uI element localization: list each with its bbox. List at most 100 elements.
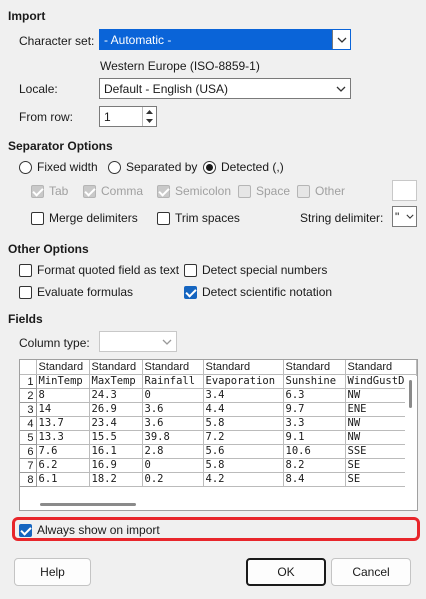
- detected-radio[interactable]: [203, 160, 216, 174]
- table-cell[interactable]: 4.2: [203, 472, 284, 487]
- table-cell[interactable]: 8.4: [283, 472, 346, 487]
- ok-button[interactable]: OK: [246, 558, 326, 586]
- table-cell[interactable]: 7.6: [36, 444, 90, 459]
- help-button[interactable]: Help: [14, 558, 91, 586]
- from-row-spinner[interactable]: 1: [99, 106, 157, 127]
- table-cell[interactable]: 39.8: [142, 430, 204, 445]
- comma-option[interactable]: Comma: [83, 184, 143, 198]
- spin-up-icon[interactable]: [143, 107, 156, 117]
- table-cell[interactable]: MinTemp: [36, 374, 90, 389]
- table-cell[interactable]: 16.9: [89, 458, 143, 473]
- table-cell[interactable]: 2.8: [142, 444, 204, 459]
- table-cell[interactable]: 3.3: [283, 416, 346, 431]
- table-cell[interactable]: 9.7: [283, 402, 346, 417]
- table-cell[interactable]: 23.4: [89, 416, 143, 431]
- column-type-select[interactable]: [99, 331, 177, 352]
- table-cell[interactable]: 10.6: [283, 444, 346, 459]
- charset-value: - Automatic -: [104, 32, 172, 47]
- table-cell[interactable]: 0: [142, 388, 204, 403]
- fixed-width-option[interactable]: Fixed width: [19, 160, 98, 174]
- column-type-header[interactable]: Standard: [203, 360, 284, 375]
- chevron-down-icon: [404, 207, 416, 226]
- format-quoted-checkbox[interactable]: [19, 263, 32, 277]
- table-cell[interactable]: 5.8: [203, 416, 284, 431]
- table-cell[interactable]: 6.2: [36, 458, 90, 473]
- trim-spaces-option[interactable]: Trim spaces: [157, 211, 240, 225]
- trim-spaces-checkbox[interactable]: [157, 211, 170, 225]
- table-cell[interactable]: 5.8: [203, 458, 284, 473]
- table-cell[interactable]: 8.2: [283, 458, 346, 473]
- locale-select[interactable]: Default - English (USA): [99, 78, 351, 99]
- table-cell[interactable]: Sunshine: [283, 374, 346, 389]
- merge-delimiters-checkbox[interactable]: [31, 211, 44, 225]
- table-cell[interactable]: 26.9: [89, 402, 143, 417]
- column-type-header[interactable]: Standard: [283, 360, 346, 375]
- evaluate-formulas-checkbox[interactable]: [19, 285, 32, 299]
- string-delimiter-select[interactable]: ": [392, 206, 417, 227]
- charset-select[interactable]: - Automatic -: [99, 29, 351, 50]
- table-cell[interactable]: 0.2: [142, 472, 204, 487]
- semicolon-checkbox[interactable]: [157, 184, 170, 198]
- spinner-buttons[interactable]: [142, 107, 156, 126]
- detected-option[interactable]: Detected (,): [203, 160, 284, 174]
- table-cell[interactable]: Evaporation: [203, 374, 284, 389]
- comma-checkbox[interactable]: [83, 184, 96, 198]
- table-cell[interactable]: MaxTemp: [89, 374, 143, 389]
- table-cell[interactable]: 16.1: [89, 444, 143, 459]
- detect-scientific-option[interactable]: Detect scientific notation: [184, 285, 332, 299]
- column-type-header[interactable]: Standard: [36, 360, 90, 375]
- table-cell[interactable]: 5.6: [203, 444, 284, 459]
- table-cell[interactable]: 18.2: [89, 472, 143, 487]
- format-quoted-label: Format quoted field as text: [37, 263, 180, 277]
- column-type-header[interactable]: Standard: [345, 360, 417, 375]
- always-show-option[interactable]: Always show on import: [19, 523, 160, 537]
- table-cell[interactable]: 24.3: [89, 388, 143, 403]
- table-cell[interactable]: 13.7: [36, 416, 90, 431]
- preview-grid[interactable]: Standard Standard Standard Standard Standard…: [19, 359, 418, 511]
- format-quoted-option[interactable]: Format quoted field as text: [19, 263, 179, 277]
- detect-special-checkbox[interactable]: [184, 263, 197, 277]
- other-option[interactable]: Other: [297, 184, 345, 198]
- table-cell[interactable]: 9.1: [283, 430, 346, 445]
- column-type-header[interactable]: Standard: [142, 360, 204, 375]
- fixed-width-radio[interactable]: [19, 160, 32, 174]
- evaluate-formulas-option[interactable]: Evaluate formulas: [19, 285, 133, 299]
- table-cell[interactable]: 3.6: [142, 416, 204, 431]
- vertical-scrollbar[interactable]: [405, 376, 417, 492]
- other-separator-input[interactable]: [392, 180, 417, 201]
- table-cell[interactable]: 4.4: [203, 402, 284, 417]
- table-cell[interactable]: 3.6: [142, 402, 204, 417]
- evaluate-formulas-label: Evaluate formulas: [37, 285, 134, 299]
- always-show-checkbox[interactable]: [19, 523, 32, 537]
- detect-scientific-checkbox[interactable]: [184, 285, 197, 299]
- table-cell[interactable]: 6.1: [36, 472, 90, 487]
- row-number: 6: [20, 444, 37, 459]
- table-cell[interactable]: 0: [142, 458, 204, 473]
- vertical-scroll-thumb[interactable]: [409, 380, 412, 408]
- table-cell[interactable]: 15.5: [89, 430, 143, 445]
- semicolon-option[interactable]: Semicolon: [157, 184, 231, 198]
- table-cell[interactable]: Rainfall: [142, 374, 204, 389]
- merge-delimiters-option[interactable]: Merge delimiters: [31, 211, 138, 225]
- cancel-button[interactable]: Cancel: [331, 558, 411, 586]
- column-type-header[interactable]: Standard: [89, 360, 143, 375]
- space-option[interactable]: Space: [238, 184, 290, 198]
- detect-special-option[interactable]: Detect special numbers: [184, 263, 327, 277]
- table-cell[interactable]: 8: [36, 388, 90, 403]
- table-cell[interactable]: 13.3: [36, 430, 90, 445]
- space-checkbox[interactable]: [238, 184, 251, 198]
- separated-by-option[interactable]: Separated by: [108, 160, 197, 174]
- table-cell[interactable]: 3.4: [203, 388, 284, 403]
- tab-checkbox[interactable]: [31, 184, 44, 198]
- other-checkbox[interactable]: [297, 184, 310, 198]
- tab-option[interactable]: Tab: [31, 184, 68, 198]
- table-cell[interactable]: 6.3: [283, 388, 346, 403]
- table-cell[interactable]: 7.2: [203, 430, 284, 445]
- horizontal-scrollbar[interactable]: [20, 498, 406, 510]
- comma-label: Comma: [101, 184, 144, 198]
- table-cell[interactable]: 14: [36, 402, 90, 417]
- separated-by-radio[interactable]: [108, 160, 121, 174]
- spin-down-icon[interactable]: [143, 117, 156, 127]
- always-show-label: Always show on import: [37, 523, 160, 537]
- horizontal-scroll-thumb[interactable]: [40, 503, 136, 506]
